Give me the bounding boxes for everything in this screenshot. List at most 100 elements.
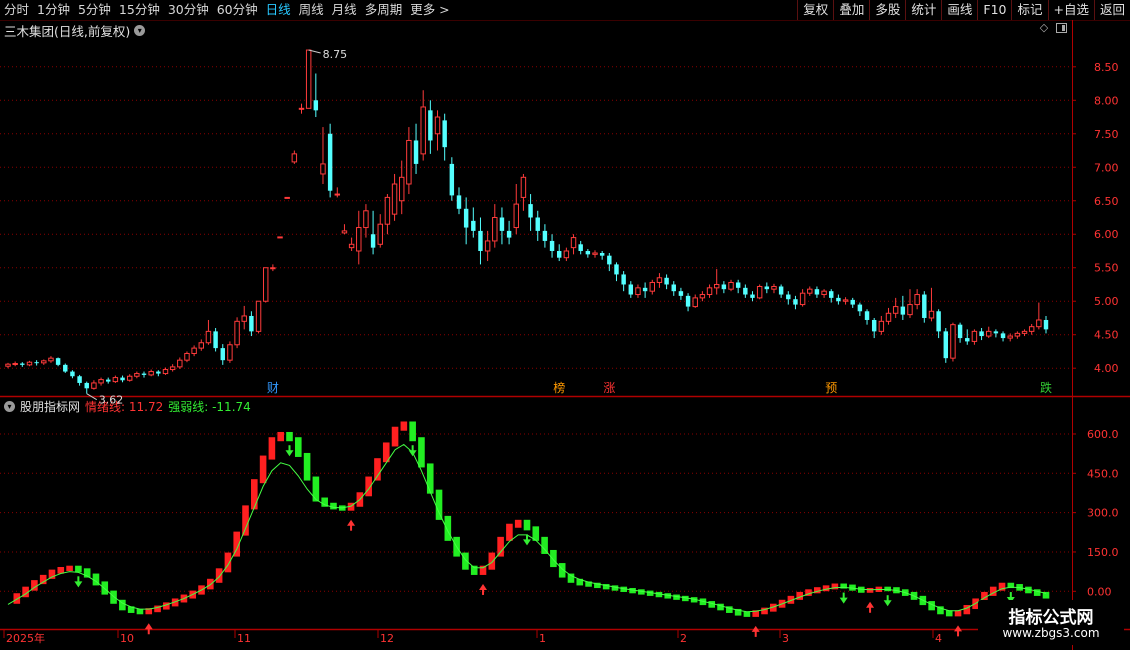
y-tick-label: 600.0 [1087, 428, 1119, 441]
candle-body [778, 286, 784, 295]
candle-body [928, 310, 935, 319]
candle [428, 100, 433, 154]
candle-body [191, 347, 197, 354]
candle-body [442, 120, 447, 148]
candle [255, 300, 262, 334]
candle-body [341, 230, 348, 234]
candle [513, 184, 519, 235]
candle-body [965, 338, 970, 342]
candle-body [1000, 333, 1006, 339]
candle-body [671, 284, 676, 292]
arrow-head [866, 601, 875, 608]
candle-body [922, 294, 927, 318]
candle [399, 160, 405, 215]
candle [914, 289, 920, 310]
candle [1028, 324, 1035, 335]
candle [84, 381, 89, 394]
candle-body [377, 223, 383, 245]
candle-body [241, 315, 247, 322]
candle [5, 362, 11, 369]
y-tick-label: 6.50 [1094, 195, 1119, 208]
candle-body [621, 274, 626, 285]
candle [434, 110, 441, 151]
candle [656, 273, 663, 288]
candle-body [434, 116, 441, 135]
candle-body [506, 230, 512, 238]
candle [55, 357, 61, 367]
sentiment-bar [462, 552, 469, 570]
candle-body [12, 363, 18, 366]
candle-body [126, 375, 133, 381]
candle-body [878, 320, 885, 332]
y-tick-label: 8.00 [1094, 94, 1119, 107]
y-tick-label: 450.0 [1087, 467, 1119, 480]
chart-canvas[interactable]: 8.50 8.00 7.50 7.00 6.50 6.00 5.50 5.00 4.50 4.00… [0, 0, 1130, 650]
candle-body [664, 277, 669, 285]
candle-body [713, 283, 720, 289]
candle [728, 279, 734, 292]
candle-body [106, 379, 111, 382]
candle [356, 210, 362, 265]
x-axis-label: 1 [539, 632, 546, 645]
candle-body [399, 176, 405, 202]
candle-body [885, 312, 892, 322]
candle-body [55, 358, 61, 365]
candle [341, 224, 348, 235]
watermark-title: 指标公式网 [1008, 608, 1094, 628]
candle [277, 236, 283, 239]
candle-body [41, 360, 47, 364]
candle-body [850, 299, 855, 305]
event-marker: 涨 [602, 380, 617, 395]
candle-body [141, 373, 147, 375]
sentiment-bar [444, 515, 452, 541]
candle [535, 210, 540, 241]
candle-body [148, 371, 154, 376]
candle [363, 204, 369, 238]
event-marker-label: 预 [825, 381, 837, 395]
candle [713, 269, 720, 295]
event-marker: 榜 [552, 380, 567, 395]
arrow-head [144, 623, 153, 630]
candle [993, 329, 999, 338]
candle [141, 371, 147, 378]
sentiment-bar [426, 463, 434, 494]
sentiment-bar [66, 565, 73, 572]
y-tick-label: 4.00 [1094, 362, 1119, 375]
candle-body [614, 264, 619, 275]
candle-body [492, 217, 498, 242]
sentiment-bar [409, 421, 416, 442]
candle [205, 319, 212, 345]
candle-body [735, 282, 741, 288]
candle [34, 360, 39, 366]
candle-body [786, 294, 791, 300]
candle [48, 356, 54, 363]
candle [1036, 302, 1042, 330]
candle-body [320, 163, 326, 175]
candle [943, 328, 948, 363]
candle-body [134, 373, 140, 377]
candle-body [471, 220, 476, 231]
y-tick-label: 5.50 [1094, 262, 1119, 275]
x-axis-label: 4 [935, 632, 942, 645]
sentiment-bar [488, 552, 496, 570]
candle-body [478, 230, 483, 251]
sentiment-bar [215, 568, 223, 583]
sell-arrow [74, 576, 83, 588]
candle [262, 267, 269, 303]
candle-body [270, 267, 276, 270]
candle [291, 150, 298, 164]
candle [134, 371, 140, 379]
candle [471, 207, 476, 238]
candle-body [642, 287, 648, 292]
candle [857, 302, 863, 316]
candle-body [20, 363, 25, 365]
candle [793, 295, 798, 310]
candle-body [406, 139, 412, 185]
candle [41, 359, 47, 365]
candle-body [428, 110, 433, 141]
sentiment-bar [330, 502, 337, 510]
candle-body [98, 379, 104, 384]
sentiment-bar [374, 458, 381, 481]
candle-body [499, 217, 505, 231]
candle-body [542, 230, 548, 241]
